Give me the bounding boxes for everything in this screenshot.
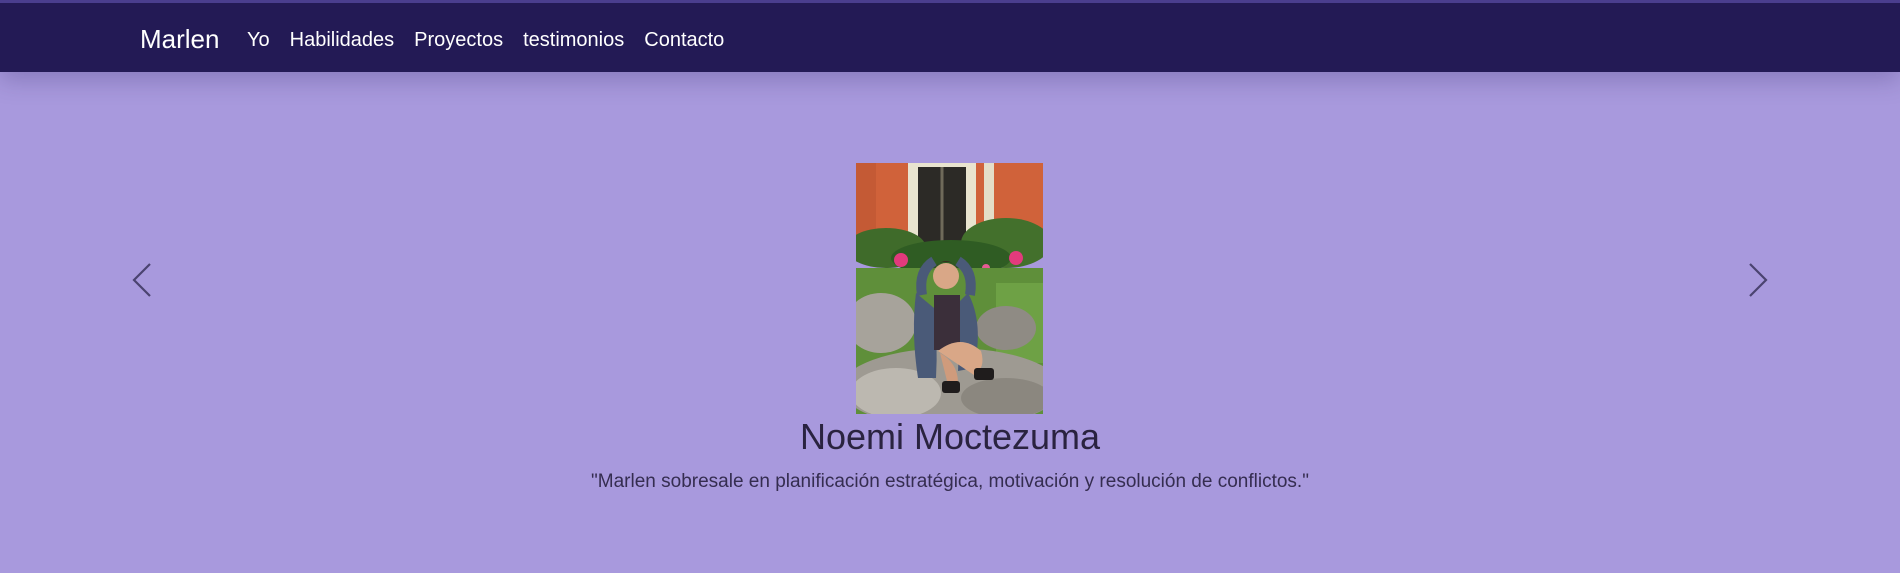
testimonial-photo (856, 163, 1043, 414)
carousel-prev-button[interactable] (120, 250, 164, 310)
nav-link-contacto[interactable]: Contacto (644, 28, 724, 52)
nav-link-habilidades[interactable]: Habilidades (290, 28, 395, 52)
nav-link-proyectos[interactable]: Proyectos (414, 28, 503, 52)
testimonial-name: Noemi Moctezuma (799, 416, 1101, 457)
nav-link-testimonios[interactable]: testimonios (523, 28, 624, 52)
brand-link[interactable]: Marlen (140, 24, 219, 54)
carousel-next-button[interactable] (1736, 250, 1780, 310)
chevron-left-icon (132, 263, 151, 297)
chevron-right-icon (1749, 263, 1768, 297)
nav-links: Yo Habilidades Proyectos testimonios Con… (247, 28, 744, 52)
testimonial-quote: "Marlen sobresale en planificación estra… (591, 471, 1309, 492)
top-navbar: Marlen Yo Habilidades Proyectos testimon… (0, 0, 1900, 72)
nav-link-yo[interactable]: Yo (247, 28, 270, 52)
